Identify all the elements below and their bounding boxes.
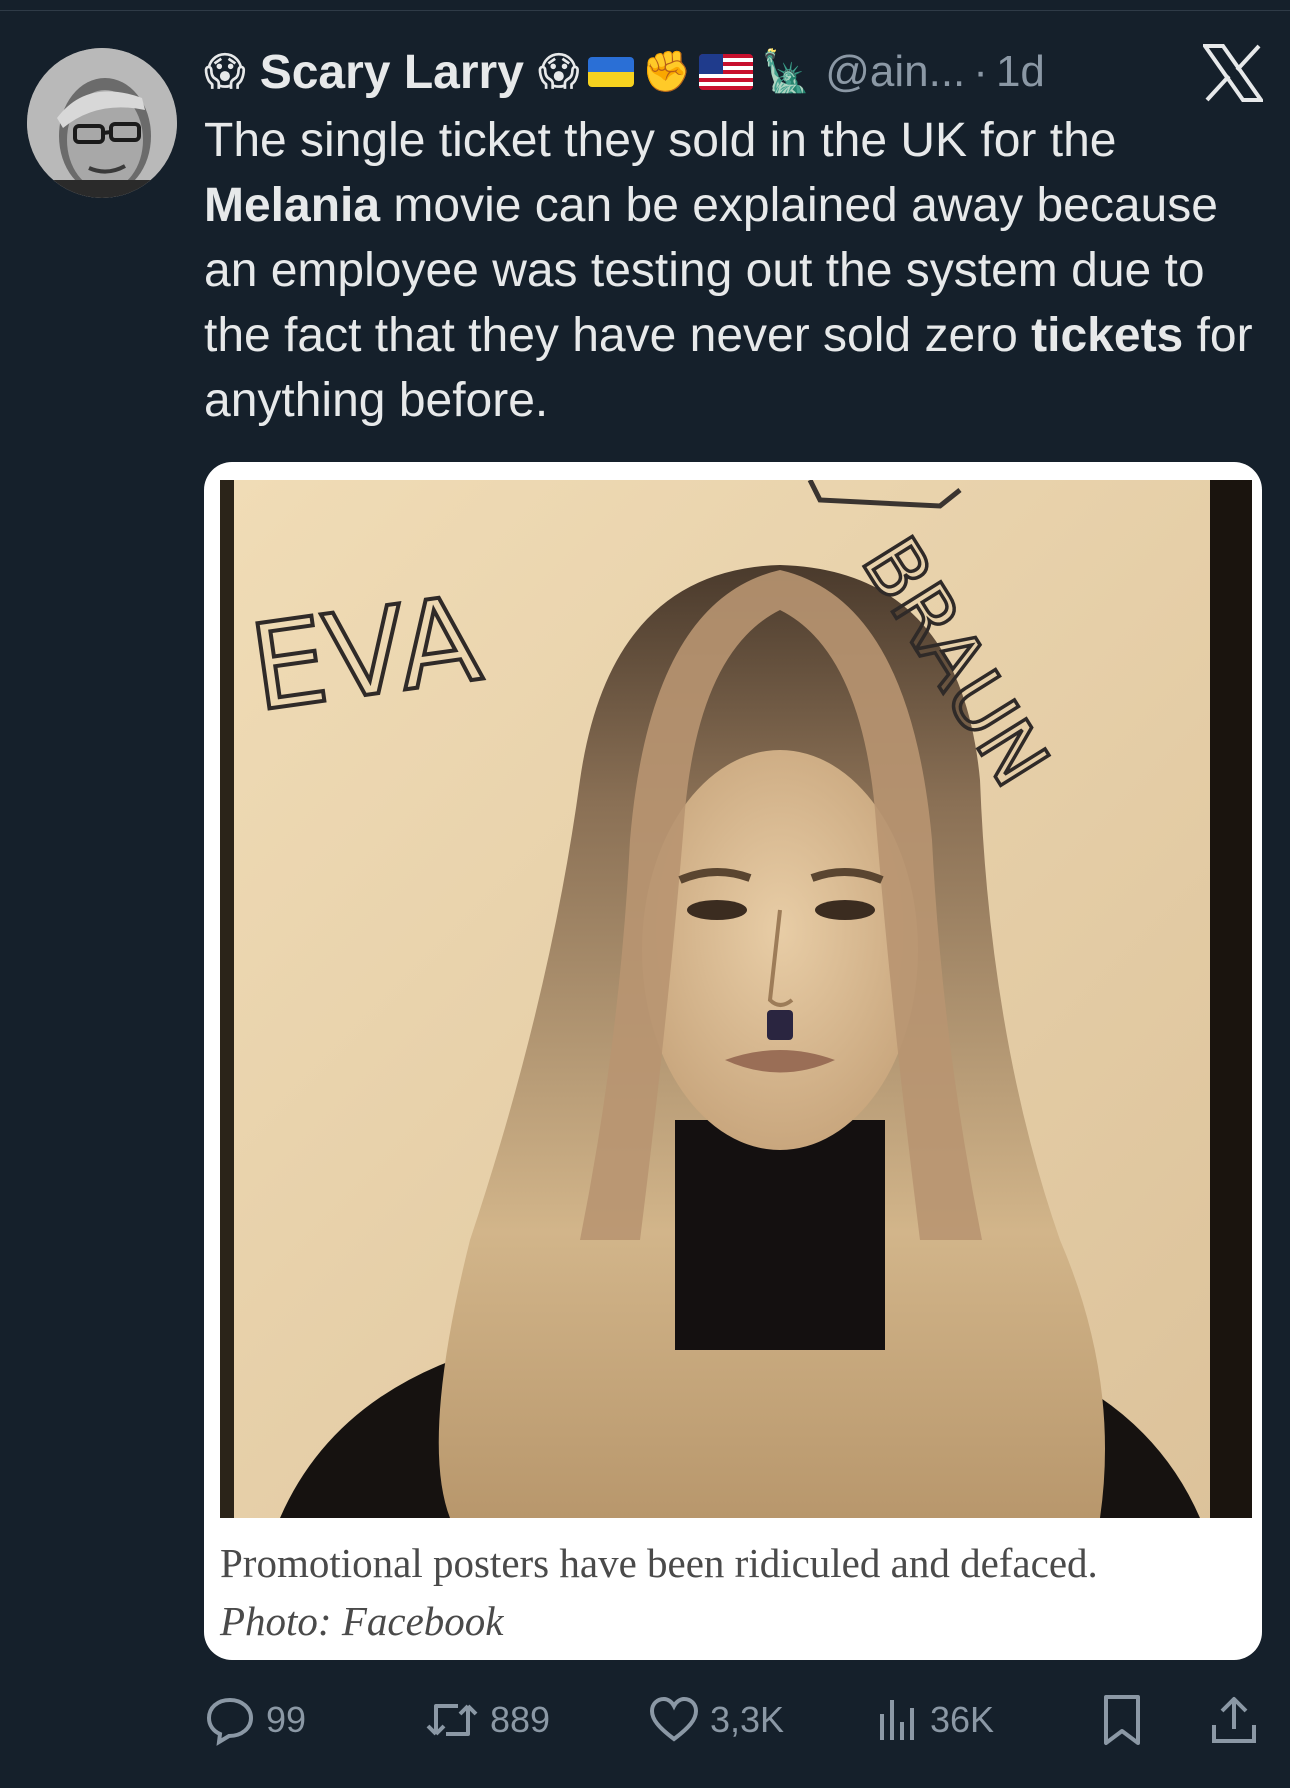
screaming-face-icon: 😱 (537, 49, 580, 95)
author-name[interactable]: Scary Larry (260, 45, 524, 100)
reply-icon (206, 1697, 254, 1746)
tweet-text-part: The single ticket they sold in the UK fo… (204, 114, 1117, 167)
heart-icon (649, 1696, 699, 1742)
top-divider (0, 0, 1290, 11)
bookmark-icon (1104, 1695, 1140, 1745)
tweet-text-bold: tickets (1031, 309, 1184, 362)
action-bar: 99 889 3,3K 36K (204, 1690, 1264, 1750)
author-handle[interactable]: @ain... (825, 47, 965, 97)
tweet-text: The single ticket they sold in the UK fo… (204, 108, 1264, 433)
raised-fist-icon: ✊ (641, 49, 692, 95)
views-count: 36K (930, 1699, 995, 1740)
like-count: 3,3K (710, 1699, 785, 1740)
repost-count: 889 (490, 1699, 551, 1740)
reply-button[interactable]: 99 (204, 1690, 306, 1750)
reply-count: 99 (266, 1699, 307, 1740)
defaced-poster-image[interactable]: EVA BRAUN (220, 480, 1252, 1518)
tweet-text-bold: Melania (204, 179, 381, 232)
repost-button[interactable]: 889 (424, 1690, 550, 1750)
us-flag-icon (699, 54, 754, 90)
views-icon (880, 1700, 914, 1740)
caption-text: Promotional posters have been ridiculed … (220, 1540, 1098, 1586)
share-icon (1212, 1697, 1256, 1743)
share-button[interactable] (1210, 1690, 1258, 1750)
avatar-portrait (27, 48, 177, 198)
timestamp[interactable]: 1d (996, 47, 1045, 97)
like-button[interactable]: 3,3K (648, 1690, 784, 1750)
bookmark-button[interactable] (1100, 1690, 1144, 1750)
avatar[interactable] (27, 48, 177, 198)
repost-icon (426, 1704, 478, 1736)
screaming-face-icon: 😱 (204, 49, 246, 95)
media-card[interactable]: EVA BRAUN Promotional posters have been … (204, 462, 1262, 1660)
separator-dot: · (973, 47, 988, 96)
image-caption: Promotional posters have been ridiculed … (220, 1534, 1250, 1650)
statue-of-liberty-icon: 🗽 (761, 49, 812, 95)
photo-credit: Photo: Facebook (220, 1598, 504, 1644)
x-logo-icon[interactable] (1203, 44, 1263, 102)
tweet-header: 😱 Scary Larry 😱 ✊ 🗽 @ain... · 1d (204, 40, 1264, 104)
views-button[interactable]: 36K (876, 1690, 994, 1750)
poster-illustration: EVA BRAUN (220, 480, 1252, 1518)
ukraine-flag-icon (587, 57, 634, 87)
